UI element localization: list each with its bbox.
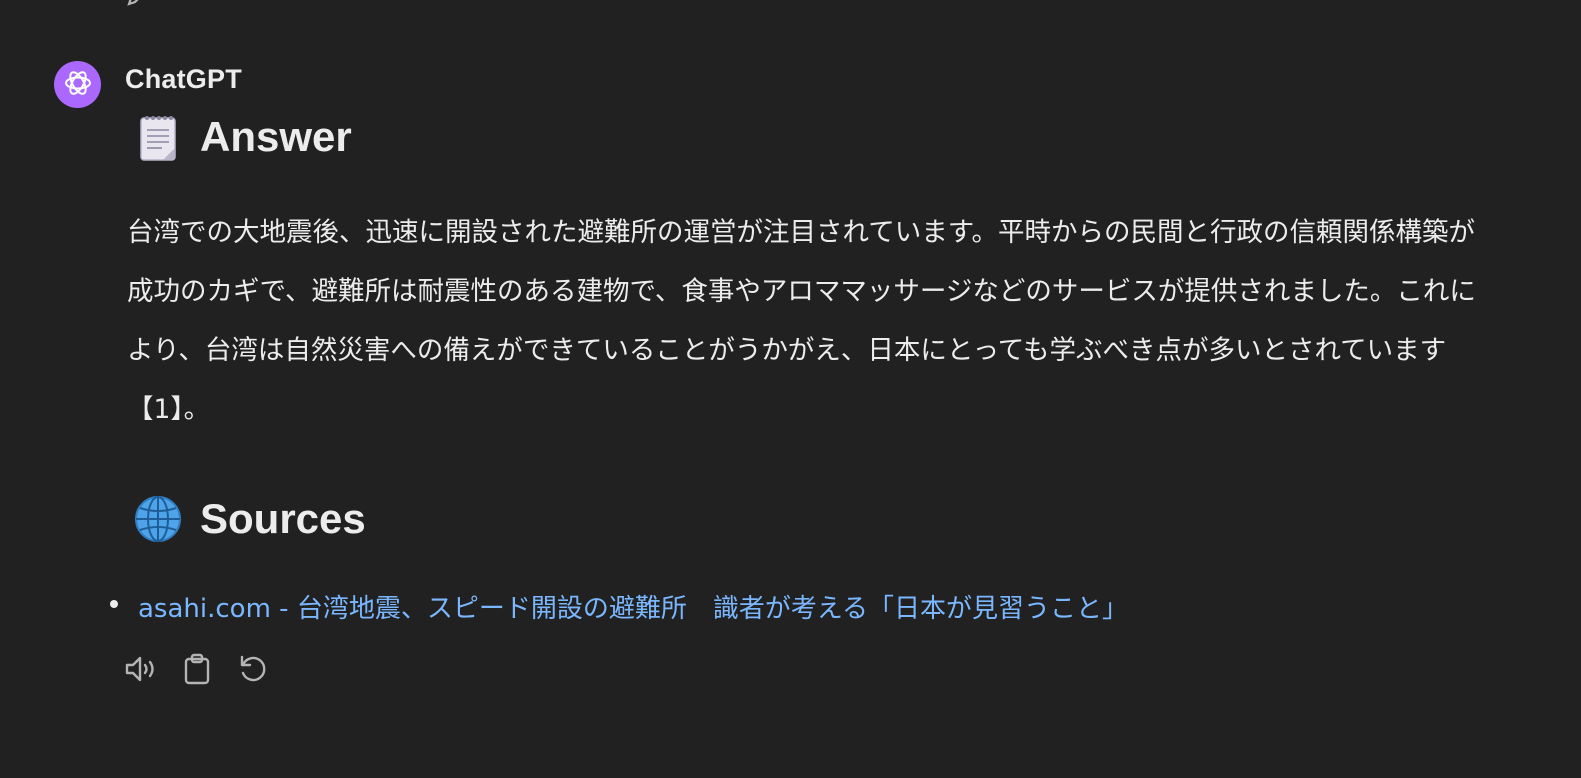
message-actions <box>124 653 270 689</box>
chat-page: ChatGPT Answer 台湾での大地震後、迅速に開設された避難所の運営が注… <box>0 0 1581 778</box>
read-aloud-button[interactable] <box>124 654 158 688</box>
regenerate-button[interactable] <box>236 654 270 688</box>
list-item: asahi.com - 台湾地震、スピード開設の避難所 識者が考える「日本が見習… <box>110 585 1128 633</box>
notepad-icon <box>133 112 183 162</box>
sources-heading: Sources <box>133 494 366 544</box>
copy-icon <box>183 653 211 689</box>
answer-paragraph: 台湾での大地震後、迅速に開設された避難所の運営が注目されています。平時からの民間… <box>127 217 1476 425</box>
copy-button[interactable] <box>180 653 214 689</box>
answer-heading: Answer <box>133 112 352 162</box>
read-aloud-icon <box>124 654 158 688</box>
globe-icon <box>133 494 183 544</box>
avatar <box>54 61 101 108</box>
openai-logo-icon <box>61 66 95 104</box>
sources-list: asahi.com - 台湾地震、スピード開設の避難所 識者が考える「日本が見習… <box>110 585 1128 633</box>
author-name: ChatGPT <box>125 64 242 94</box>
sources-heading-text: Sources <box>200 495 366 542</box>
bullet <box>110 600 118 608</box>
source-link[interactable]: asahi.com - 台湾地震、スピード開設の避難所 識者が考える「日本が見習… <box>138 585 1128 633</box>
answer-heading-text: Answer <box>200 113 352 160</box>
regenerate-icon <box>237 653 269 689</box>
edit-icon[interactable] <box>127 0 155 10</box>
